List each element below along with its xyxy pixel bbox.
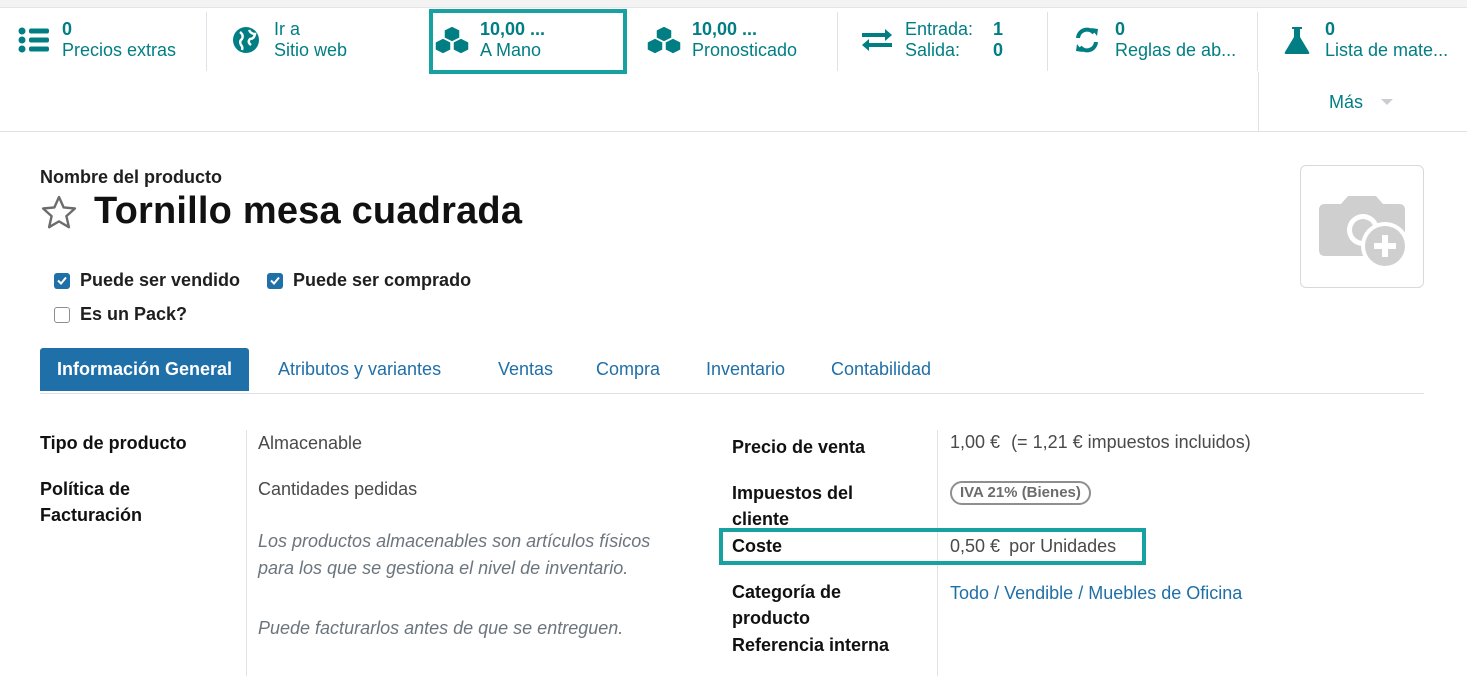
- sale-price-label: Precio de venta: [732, 437, 866, 457]
- can-be-purchased-checkbox[interactable]: Puede ser comprado: [267, 270, 471, 291]
- reordering-rules-button[interactable]: 0 Reglas de ab...: [1067, 12, 1258, 71]
- website-line2: Sitio web: [274, 40, 348, 60]
- is-pack-checkbox[interactable]: Es un Pack?: [54, 304, 187, 325]
- customer-taxes-label: Impuestos del cliente: [732, 480, 853, 532]
- checkbox-unchecked-icon: [54, 306, 70, 323]
- category-field[interactable]: Todo / Vendible / Muebles de Oficina: [950, 580, 1242, 606]
- can-be-sold-label: Puede ser vendido: [80, 270, 241, 290]
- website-line1: Ir a: [274, 19, 301, 39]
- product-title[interactable]: Tornillo mesa cuadrada: [94, 190, 522, 233]
- extra-prices-label: Precios extras: [62, 40, 177, 60]
- list-icon: [14, 20, 54, 60]
- tab-general-information[interactable]: Información General: [40, 348, 250, 391]
- cubes-icon: [432, 20, 472, 60]
- bill-of-materials-button[interactable]: 0 Lista de mate...: [1277, 12, 1467, 71]
- customer-taxes-label-line1: Impuestos del: [732, 483, 854, 503]
- tab-attributes-variants[interactable]: Atributos y variantes: [278, 348, 441, 391]
- chevron-down-icon: [1381, 99, 1393, 105]
- bom-label: Lista de mate...: [1325, 40, 1449, 60]
- is-pack-label: Es un Pack?: [80, 304, 188, 324]
- bom-count: 0: [1325, 19, 1336, 39]
- refresh-icon: [1067, 20, 1107, 60]
- product-image-upload[interactable]: [1300, 165, 1424, 288]
- category-separator: /: [1078, 583, 1084, 603]
- flask-icon: [1277, 20, 1317, 60]
- tax-badge[interactable]: IVA 21% (Bienes): [950, 481, 1091, 505]
- tab-purchase[interactable]: Compra: [596, 348, 660, 391]
- forecasted-button[interactable]: 10,00 ... Pronosticado: [644, 12, 838, 71]
- star-icon[interactable]: [40, 194, 78, 232]
- top-strip: [0, 0, 1467, 8]
- checkbox-checked-icon: [54, 272, 70, 289]
- invoice-policy-label: Política de Facturación: [40, 476, 142, 528]
- out-value: 0: [993, 40, 1004, 60]
- on-hand-label: A Mano: [480, 40, 542, 60]
- internal-reference-label: Referencia interna: [732, 635, 890, 655]
- checkbox-checked-icon: [267, 272, 283, 289]
- in-out-button[interactable]: Entrada: 1 Salida: 0: [857, 12, 1048, 71]
- tab-accounting[interactable]: Contabilidad: [831, 348, 931, 391]
- in-label: Entrada:: [905, 19, 974, 39]
- forecasted-label: Pronosticado: [692, 40, 798, 60]
- extra-prices-count: 0: [62, 19, 73, 39]
- can-be-purchased-label: Puede ser comprado: [293, 270, 472, 290]
- product-name-label: Nombre del producto: [40, 167, 223, 187]
- on-hand-quantity: 10,00 ...: [480, 19, 546, 39]
- go-to-website-button[interactable]: Ir a Sitio web: [226, 12, 416, 71]
- notebook-tabs: Información General Atributos y variante…: [40, 348, 1424, 394]
- field-divider: [246, 430, 247, 676]
- globe-icon: [226, 20, 266, 60]
- more-label: Más: [1329, 92, 1364, 112]
- category-label: Categoría de producto: [732, 579, 841, 631]
- reordering-rules-label: Reglas de ab...: [1115, 40, 1237, 60]
- tab-inventory[interactable]: Inventario: [706, 348, 785, 391]
- exchange-icon: [857, 20, 897, 60]
- invoice-policy-help: Puede facturarlos antes de que se entreg…: [258, 618, 624, 638]
- invoice-policy-label-line2: Facturación: [40, 505, 143, 525]
- category-path-item[interactable]: Todo: [950, 583, 989, 603]
- out-label: Salida:: [905, 40, 961, 60]
- more-dropdown[interactable]: Más: [1258, 72, 1467, 131]
- category-label-line1: Categoría de: [732, 582, 842, 602]
- forecasted-quantity: 10,00 ...: [692, 19, 758, 39]
- product-type-label: Tipo de producto: [40, 433, 187, 453]
- invoice-policy-label-line1: Política de: [40, 479, 131, 499]
- cost-highlight-box: [719, 528, 1146, 565]
- category-separator: /: [994, 583, 1000, 603]
- can-be-sold-checkbox[interactable]: Puede ser vendido: [54, 270, 240, 291]
- on-hand-button[interactable]: 10,00 ... A Mano: [429, 9, 627, 74]
- invoice-policy-select[interactable]: Cantidades pedidas: [258, 476, 417, 502]
- category-path-item[interactable]: Muebles de Oficina: [1088, 583, 1242, 603]
- category-path-item[interactable]: Vendible: [1004, 583, 1073, 603]
- tab-sales[interactable]: Ventas: [498, 348, 553, 391]
- tax-included-text: (= 1,21 € impuestos incluidos): [1011, 432, 1251, 452]
- category-label-line2: producto: [732, 608, 810, 628]
- cubes-icon: [644, 20, 684, 60]
- camera-add-icon: [1319, 196, 1409, 270]
- reordering-rules-count: 0: [1115, 19, 1126, 39]
- sale-price-value: 1,00 €: [950, 432, 1001, 452]
- product-type-select[interactable]: Almacenable: [258, 430, 362, 456]
- extra-prices-button[interactable]: 0 Precios extras: [0, 12, 207, 71]
- in-value: 1: [993, 19, 1004, 39]
- product-type-help: Los productos almacenables son artículos…: [258, 531, 651, 578]
- sale-price-field[interactable]: 1,00 € (= 1,21 € impuestos incluidos): [950, 429, 1251, 455]
- smart-button-bar: 0 Precios extras Ir a Sitio web 10,00 ..…: [0, 0, 1467, 132]
